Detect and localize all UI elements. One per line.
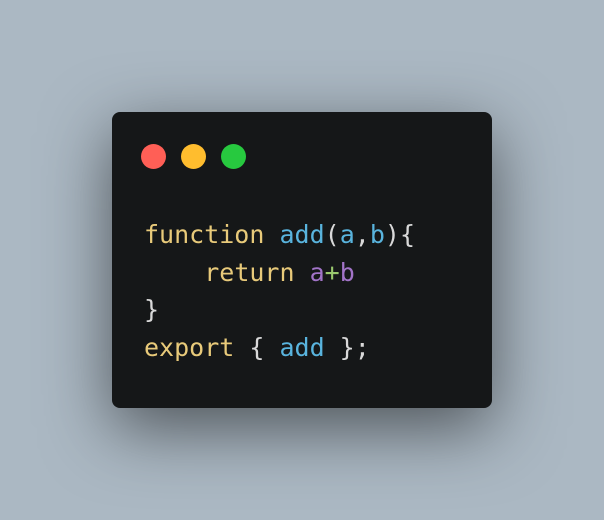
code-token: ,	[354, 220, 370, 249]
code-token: a	[309, 257, 325, 287]
code-token: ){	[384, 220, 415, 249]
code-line: }	[144, 291, 415, 329]
maximize-button[interactable]	[221, 144, 246, 169]
code-token: a	[339, 220, 355, 249]
code-token: };	[324, 332, 370, 362]
code-token: {	[234, 332, 280, 362]
code-token: +	[324, 257, 340, 287]
code-token: add	[279, 220, 325, 249]
minimize-button[interactable]	[181, 144, 206, 169]
code-line: export { add };	[144, 329, 415, 367]
code-block: function add(a,b){ return a+b} export { a…	[144, 216, 415, 366]
code-token: b	[369, 220, 385, 249]
code-token: (	[324, 220, 340, 249]
close-button[interactable]	[141, 144, 166, 169]
code-token: function	[144, 220, 265, 249]
code-token: export	[144, 332, 235, 362]
code-window: function add(a,b){ return a+b} export { a…	[112, 112, 492, 408]
code-token: }	[144, 295, 160, 324]
code-line: return a+b	[144, 254, 415, 292]
code-token: return	[204, 257, 295, 287]
code-token: add	[279, 332, 325, 362]
code-line: function add(a,b){	[144, 216, 415, 254]
code-token: b	[339, 257, 355, 287]
window-controls	[141, 144, 246, 169]
